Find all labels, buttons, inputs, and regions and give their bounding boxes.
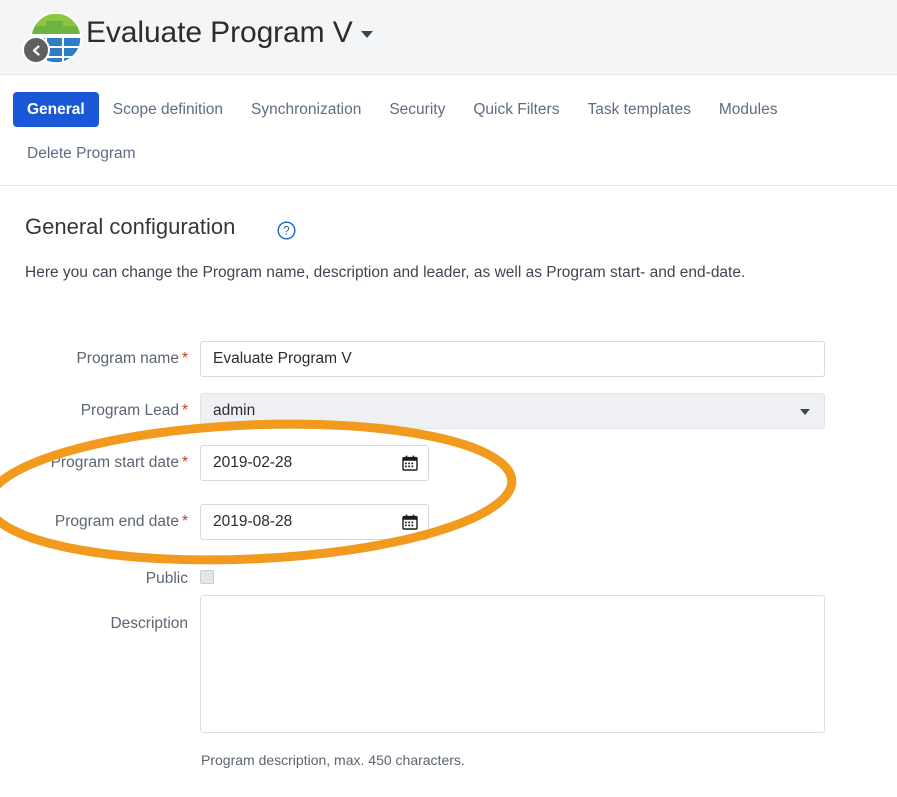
required-asterisk: * bbox=[181, 350, 188, 367]
section-title: General configuration bbox=[25, 214, 236, 239]
program-name-input[interactable]: Evaluate Program V bbox=[200, 341, 825, 377]
tab-security[interactable]: Security bbox=[375, 92, 459, 127]
svg-text:?: ? bbox=[283, 226, 289, 238]
public-label: Public bbox=[145, 570, 188, 587]
program-name-label: Program name * bbox=[76, 350, 188, 367]
page-title: Evaluate Program V bbox=[86, 16, 353, 49]
program-name-value: Evaluate Program V bbox=[213, 350, 352, 367]
calendar-icon[interactable] bbox=[402, 455, 418, 471]
program-start-date-label: Program start date * bbox=[50, 454, 188, 471]
chevron-down-icon bbox=[800, 409, 810, 415]
tab-synchronization[interactable]: Synchronization bbox=[237, 92, 375, 127]
tab-bar: General Scope definition Synchronization… bbox=[0, 76, 897, 186]
program-lead-value: admin bbox=[213, 402, 256, 419]
program-end-date-input[interactable]: 2019-08-28 bbox=[200, 504, 429, 540]
back-button[interactable] bbox=[22, 36, 50, 64]
tab-scope-definition[interactable]: Scope definition bbox=[99, 92, 237, 127]
tab-row-secondary: Delete Program bbox=[0, 136, 897, 171]
description-textarea[interactable] bbox=[200, 595, 825, 733]
public-checkbox[interactable] bbox=[200, 570, 214, 584]
description-label: Description bbox=[110, 615, 188, 632]
program-logo bbox=[22, 10, 82, 66]
app-root: Evaluate Program V General Scope definit… bbox=[0, 0, 897, 797]
app-header: Evaluate Program V bbox=[0, 0, 897, 75]
required-asterisk: * bbox=[181, 402, 188, 419]
tab-modules[interactable]: Modules bbox=[705, 92, 792, 127]
section-description: Here you can change the Program name, de… bbox=[25, 264, 746, 281]
required-asterisk: * bbox=[181, 513, 188, 530]
calendar-icon[interactable] bbox=[402, 514, 418, 530]
calendar-icon-svg bbox=[402, 455, 418, 471]
help-circle-icon[interactable]: ? bbox=[277, 221, 296, 240]
chevron-left-icon bbox=[32, 44, 40, 56]
calendar-icon-svg bbox=[402, 514, 418, 530]
description-hint: Program description, max. 450 characters… bbox=[201, 752, 465, 768]
program-start-date-input[interactable]: 2019-02-28 bbox=[200, 445, 429, 481]
ellipse-highlight bbox=[0, 419, 517, 565]
program-end-date-label: Program end date * bbox=[54, 513, 188, 530]
tab-row-primary: General Scope definition Synchronization… bbox=[0, 92, 897, 128]
tab-quick-filters[interactable]: Quick Filters bbox=[459, 92, 573, 127]
help-icon-svg: ? bbox=[277, 221, 296, 240]
tab-task-templates[interactable]: Task templates bbox=[573, 92, 704, 127]
program-start-date-value: 2019-02-28 bbox=[213, 454, 293, 471]
tab-delete-program[interactable]: Delete Program bbox=[13, 136, 150, 171]
chevron-down-icon[interactable] bbox=[361, 31, 373, 38]
program-lead-label: Program Lead * bbox=[80, 402, 188, 419]
tab-general[interactable]: General bbox=[13, 92, 99, 128]
program-end-date-value: 2019-08-28 bbox=[213, 513, 293, 530]
required-asterisk: * bbox=[181, 454, 188, 471]
program-lead-select[interactable]: admin bbox=[200, 393, 825, 429]
